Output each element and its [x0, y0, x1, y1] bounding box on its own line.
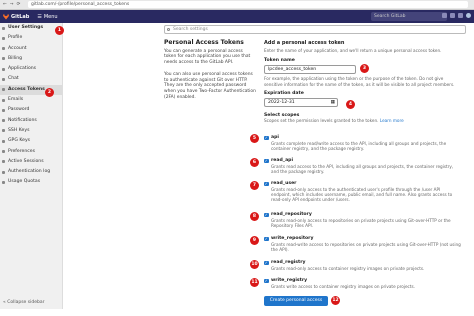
reload-icon[interactable]: ⟳: [17, 2, 21, 7]
expiration-date-label: Expiration date: [264, 90, 304, 96]
avatar[interactable]: [466, 13, 471, 18]
step-badge-4: 4: [346, 100, 355, 109]
step-badge-7: 7: [250, 181, 259, 190]
step-badge-11: 11: [250, 278, 259, 287]
global-search-input[interactable]: Search GitLab: [371, 12, 447, 21]
sidebar-item-notifications[interactable]: Notifications: [0, 116, 62, 126]
menu-button[interactable]: ☰ Menu: [37, 14, 57, 20]
sidebar-item-user-settings[interactable]: User Settings: [0, 23, 62, 33]
address-bar[interactable]: gitlab.com/-/profile/personal_access_tok…: [28, 1, 468, 8]
menu-label: Menu: [43, 13, 58, 20]
form-title: Add a personal access token: [264, 40, 345, 46]
email-icon: [2, 98, 5, 102]
sidebar-item-usage-quotas[interactable]: Usage Quotas: [0, 177, 62, 187]
checkbox-checked-icon[interactable]: ✓: [264, 135, 269, 140]
key-icon: [2, 139, 5, 143]
chat-icon: [2, 77, 5, 81]
profile-icon: [2, 36, 5, 40]
step-badge-6: 6: [250, 158, 259, 167]
monitor-icon: [2, 160, 5, 164]
checkbox-checked-icon[interactable]: ✓: [264, 212, 269, 217]
billing-icon: [2, 57, 5, 61]
calendar-icon[interactable]: ▦: [331, 99, 335, 106]
topbar-icons: [442, 13, 471, 18]
token-name-input[interactable]: lpcdee_access_token: [264, 65, 356, 75]
account-icon: [2, 47, 5, 51]
checkbox-checked-icon[interactable]: ✓: [264, 260, 269, 265]
sidebar-item-ssh-keys[interactable]: SSH Keys: [0, 126, 62, 136]
sidebar-item-preferences[interactable]: Preferences: [0, 147, 62, 157]
step-badge-9: 9: [250, 236, 259, 245]
scopes-list: ✓ api Grants complete read/write access …: [264, 134, 461, 289]
token-name-help: For example, the application using the t…: [264, 76, 455, 87]
step-badge-3: 3: [360, 64, 369, 73]
search-icon: [167, 28, 170, 31]
checkbox-checked-icon[interactable]: ✓: [264, 181, 269, 186]
token-name-label: Token name: [264, 58, 295, 64]
step-badge-1: 1: [55, 26, 64, 35]
sidebar-item-password[interactable]: Password: [0, 105, 62, 115]
token-icon: [2, 88, 5, 92]
sidebar-item-chat[interactable]: Chat: [0, 74, 62, 84]
step-badge-5: 5: [250, 134, 259, 143]
checkbox-checked-icon[interactable]: ✓: [264, 236, 269, 241]
hamburger-icon: ☰: [37, 13, 42, 20]
expiration-date-input[interactable]: 2022-12-31 ▦: [264, 97, 338, 107]
gitlab-topbar: GitLab ☰ Menu Search GitLab: [0, 10, 474, 23]
scopes-help: Scopes set the permission levels granted…: [264, 117, 404, 123]
intro-text-1: You can generate a personal access token…: [164, 48, 251, 66]
issues-icon[interactable]: [442, 13, 447, 18]
brand-name: GitLab: [11, 13, 30, 20]
step-badge-2: 2: [45, 88, 54, 97]
step-badge-10: 10: [250, 260, 259, 269]
learn-more-link[interactable]: Learn more: [380, 118, 404, 123]
add-token-form: Add a personal access token Enter the na…: [264, 40, 464, 123]
applications-icon: [2, 67, 5, 71]
step-badge-8: 8: [250, 212, 259, 221]
sidebar-item-authentication-log[interactable]: Authentication log: [0, 167, 62, 177]
checkbox-checked-icon[interactable]: ✓: [264, 278, 269, 283]
create-token-button[interactable]: Create personal access token: [264, 296, 328, 313]
quota-icon: [2, 180, 5, 184]
search-settings-input[interactable]: Search settings: [164, 25, 466, 34]
forward-icon[interactable]: →: [10, 2, 14, 7]
sidebar-item-gpg-keys[interactable]: GPG Keys: [0, 136, 62, 146]
form-subtitle: Enter the name of your application, and …: [264, 48, 442, 53]
log-icon: [2, 170, 5, 174]
user-icon: [2, 26, 5, 30]
sidebar-item-profile[interactable]: Profile: [0, 33, 62, 43]
preferences-icon: [2, 150, 5, 154]
todo-icon[interactable]: [458, 13, 463, 18]
browser-nav: ← → ⟳: [0, 2, 26, 7]
sidebar-item-active-sessions[interactable]: Active Sessions: [0, 157, 62, 167]
sidebar-item-billing[interactable]: Billing: [0, 54, 62, 64]
sidebar-item-applications[interactable]: Applications: [0, 64, 62, 74]
page-title: Personal Access Tokens: [164, 39, 244, 46]
bell-icon: [2, 119, 5, 123]
intro-section: Personal Access Tokens You can generate …: [164, 40, 256, 106]
sidebar-item-emails[interactable]: Emails: [0, 95, 62, 105]
sidebar-item-account[interactable]: Account: [0, 44, 62, 54]
settings-sidebar: User Settings Profile Account Billing Ap…: [0, 23, 63, 309]
step-badge-12: 12: [331, 296, 340, 305]
key-icon: [2, 129, 5, 133]
lock-icon: [2, 108, 5, 112]
browser-bar: ← → ⟳ gitlab.com/-/profile/personal_acce…: [0, 0, 474, 10]
merge-requests-icon[interactable]: [450, 13, 455, 18]
gitlab-logo-icon[interactable]: [3, 13, 9, 20]
checkbox-checked-icon[interactable]: ✓: [264, 158, 269, 163]
intro-text-2: You can also use personal access tokens …: [164, 71, 256, 100]
back-icon[interactable]: ←: [3, 2, 7, 7]
collapse-sidebar-button[interactable]: « Collapse sidebar: [3, 300, 44, 305]
